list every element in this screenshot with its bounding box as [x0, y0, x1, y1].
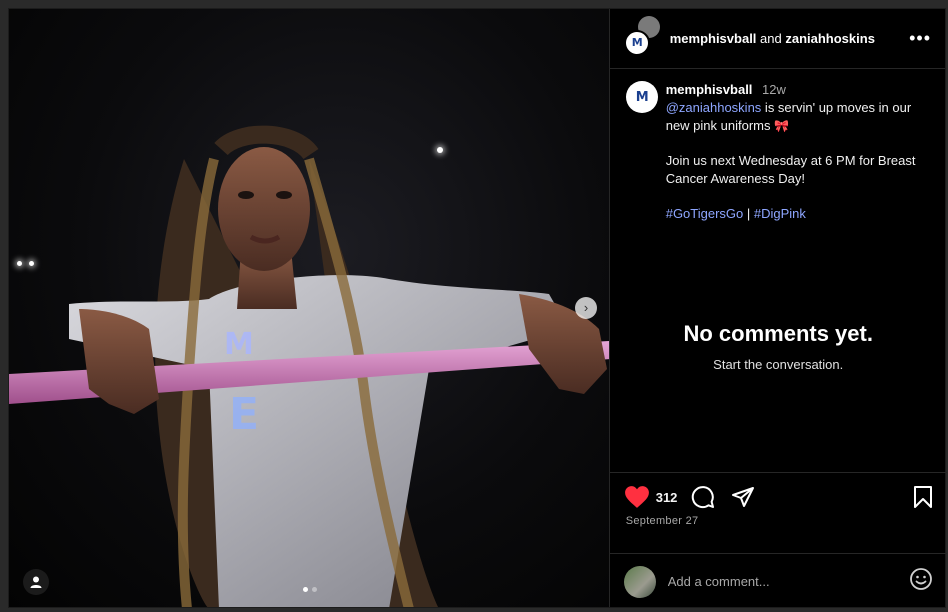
- actions-bar: 312 September 27: [609, 472, 947, 542]
- athlete-photo: M E: [9, 125, 609, 607]
- collab-avatars[interactable]: M: [623, 15, 660, 56]
- comment-bar: [609, 553, 947, 609]
- caption-username[interactable]: memphisvball: [666, 82, 753, 97]
- header-collaborator[interactable]: zaniahhoskins: [785, 31, 875, 46]
- viewer-avatar: [623, 565, 656, 598]
- header-names: memphisvball and zaniahhoskins: [670, 31, 875, 46]
- comment-icon[interactable]: [691, 485, 715, 509]
- like-heart-icon[interactable]: [624, 485, 650, 509]
- svg-text:E: E: [229, 389, 259, 440]
- empty-comments: No comments yet. Start the conversation.: [610, 321, 947, 372]
- caption-avatar[interactable]: M: [625, 81, 658, 113]
- carousel-dot: [312, 587, 317, 592]
- hashtag-gotigersgo[interactable]: #GoTigersGo: [666, 206, 744, 221]
- bookmark-icon[interactable]: [913, 485, 933, 509]
- share-icon[interactable]: [731, 485, 755, 509]
- hashtag-separator: |: [743, 206, 754, 221]
- account-avatar[interactable]: M: [623, 29, 650, 56]
- post-date[interactable]: September 27: [610, 509, 947, 527]
- empty-comments-title: No comments yet.: [683, 321, 873, 346]
- caption-timestamp[interactable]: 12w: [762, 82, 786, 97]
- caption: M memphisvball 12w @zaniahhoskins is ser…: [610, 69, 945, 223]
- ribbon-emoji: 🎀: [774, 119, 790, 133]
- emoji-icon[interactable]: [909, 567, 933, 596]
- next-slide-button[interactable]: ›: [575, 297, 597, 319]
- carousel-indicator: [303, 587, 317, 592]
- post-header: M memphisvball and zaniahhoskins •••: [609, 9, 945, 69]
- user-icon: [30, 576, 42, 588]
- memphis-logo-icon: M: [631, 36, 643, 49]
- caption-text: memphisvball 12w @zaniahhoskins is servi…: [666, 81, 931, 223]
- like-count[interactable]: 312: [656, 490, 678, 505]
- post-panel: M memphisvball and zaniahhoskins ••• M m…: [608, 9, 947, 609]
- post-modal: M E › M memphisvball and zaniahhoskins •…: [8, 8, 947, 609]
- header-username[interactable]: memphisvball: [670, 31, 757, 46]
- empty-comments-subtitle: Start the conversation.: [713, 357, 844, 372]
- caption-paragraph: Join us next Wednesday at 6 PM for Breas…: [665, 153, 916, 186]
- header-and: and: [756, 31, 786, 46]
- mention-link[interactable]: @zaniahhoskins: [666, 100, 762, 115]
- more-horizontal-icon[interactable]: •••: [909, 28, 931, 49]
- hashtag-digpink[interactable]: #DigPink: [754, 206, 806, 221]
- memphis-logo-icon: M: [635, 89, 649, 105]
- comment-input[interactable]: [667, 574, 909, 589]
- tagged-users-button[interactable]: [23, 569, 49, 595]
- carousel-dot: [303, 587, 308, 592]
- post-media[interactable]: M E ›: [9, 9, 609, 607]
- svg-text:M: M: [224, 327, 254, 362]
